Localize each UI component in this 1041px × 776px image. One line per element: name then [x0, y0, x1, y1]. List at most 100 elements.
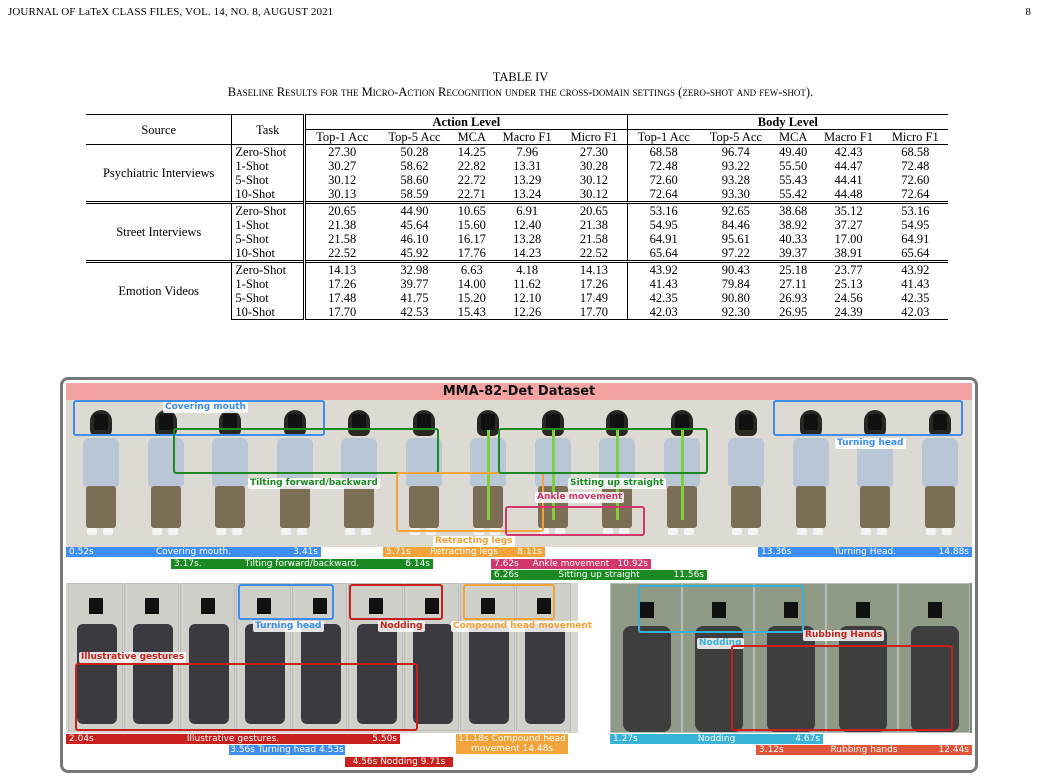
value-cell: 90.43: [699, 260, 772, 277]
task-cell: Zero-Shot: [231, 144, 307, 159]
value-cell: 20.65: [304, 201, 379, 218]
bar-sitting-up: 6.26s Sitting up straight 11.56s: [491, 570, 707, 580]
box-turning-head: [773, 400, 963, 436]
value-cell: 6.63: [450, 260, 494, 277]
value-cell: 17.00: [834, 232, 863, 246]
task-cell: Zero-Shot: [231, 260, 307, 277]
value-cell: 93.30: [721, 187, 750, 201]
bar-end: 10.92s: [617, 559, 648, 569]
value-cell: 54.95: [901, 218, 930, 232]
value-cell: 21.38: [328, 218, 357, 232]
value-cell: 35.12: [814, 201, 883, 218]
table-caption: TABLE IV Baseline Results for the Micro-…: [0, 70, 1041, 100]
label-covering-mouth: Covering mouth: [163, 402, 248, 413]
bar-label: Covering mouth.: [155, 547, 232, 557]
bar-covering-mouth: 0.52s Covering mouth. 3.41s: [66, 547, 321, 557]
box-turning-head-2: [238, 584, 334, 620]
value-cell: 4.18: [493, 260, 562, 277]
bar-end: 14.88s: [938, 547, 969, 557]
task-cell: 1-Shot: [231, 159, 307, 173]
value-cell: 72.60: [626, 173, 700, 187]
value-cell: 43.92: [626, 260, 700, 277]
value-cell: 68.58: [901, 145, 930, 159]
bar-end: 4.67s: [795, 734, 820, 744]
value-cell: 54.95: [626, 218, 700, 232]
value-cell: 42.35: [626, 291, 700, 305]
metric-header: MCA: [450, 129, 494, 145]
value-cell: 27.30: [579, 145, 608, 159]
value-cell: 7.96: [516, 145, 539, 159]
value-cell: 41.75: [400, 291, 429, 305]
value-cell: 17.48: [328, 291, 357, 305]
value-cell: 41.43: [626, 277, 700, 291]
value-cell: 93.28: [721, 173, 750, 187]
bar-label: 3.56s Turning head 4.53s: [230, 745, 344, 755]
bar-illustrative: 2.04s Illustrative gestures. 5.50s: [66, 734, 400, 744]
value-cell: 30.28: [579, 159, 608, 173]
value-cell: 45.64: [400, 218, 429, 232]
value-cell: 16.17: [457, 232, 486, 246]
value-cell: 21.58: [328, 232, 357, 246]
value-cell: 10.65: [450, 201, 494, 218]
value-cell: 14.13: [561, 260, 628, 277]
value-cell: 11.62: [513, 277, 541, 291]
value-cell: 42.43: [834, 145, 863, 159]
col-task-header: Task: [231, 114, 307, 145]
metric-header: Macro F1: [814, 129, 883, 145]
value-cell: 55.43: [779, 173, 808, 187]
value-cell: 45.92: [400, 246, 429, 260]
value-cell: 92.30: [699, 305, 772, 320]
bar-end: 5.50s: [372, 734, 397, 744]
bar-end: 12.44s: [938, 745, 969, 755]
box-tilting: [173, 428, 439, 474]
task-cell: 10-Shot: [231, 187, 307, 203]
label-ankle: Ankle movement: [535, 492, 625, 503]
value-cell: 64.91: [901, 232, 930, 246]
value-cell: 96.74: [721, 145, 750, 159]
value-cell: 92.65: [699, 201, 772, 218]
value-cell: 30.12: [579, 187, 608, 201]
value-cell: 17.26: [579, 277, 608, 291]
value-cell: 79.84: [721, 277, 750, 291]
page-number: 8: [1025, 6, 1031, 18]
value-cell: 50.28: [400, 145, 429, 159]
value-cell: 22.52: [328, 246, 357, 260]
value-cell: 38.92: [779, 218, 808, 232]
value-cell: 12.26: [493, 305, 562, 320]
value-cell: 64.91: [626, 232, 700, 246]
value-cell: 41.43: [901, 277, 930, 291]
value-cell: 58.59: [400, 187, 429, 201]
value-cell: 25.18: [771, 260, 815, 277]
bar-label: Tilting forward/backward.: [244, 559, 360, 569]
value-cell: 25.13: [834, 277, 863, 291]
value-cell: 44.90: [378, 201, 451, 218]
value-cell: 30.13: [328, 187, 357, 201]
value-cell: 24.56: [834, 291, 863, 305]
value-cell: 30.12: [579, 173, 608, 187]
box-ankle: [505, 506, 645, 536]
bar-end: 11.56s: [673, 570, 704, 580]
metric-header: Micro F1: [882, 129, 948, 145]
table-row: Emotion Videos Zero-Shot 14.13 32.98 6.63 4.1…: [86, 260, 948, 320]
box-nodding: [349, 584, 443, 620]
label-sitting-up: Sitting up straight: [568, 478, 666, 489]
value-cell: 22.72: [457, 173, 486, 187]
task-cell: 5-Shot: [231, 291, 307, 305]
value-cell: 15.20: [457, 291, 486, 305]
bar-label: Nodding: [697, 734, 736, 744]
value-cell: 17.70: [561, 305, 628, 320]
value-cell: 38.91: [834, 246, 863, 260]
table-row: Psychiatric Interviews Zero-Shot 27.30 50.2…: [86, 144, 948, 203]
table-caption-text: Baseline Results for the Micro-Action Re…: [227, 85, 814, 99]
box-illustrative: [75, 663, 418, 731]
body-level-header: Body Level: [626, 114, 948, 130]
value-cell: 17.26: [328, 277, 357, 291]
value-cell: 24.39: [814, 305, 883, 320]
value-cell: 72.64: [901, 187, 930, 201]
value-cell: 21.58: [579, 232, 608, 246]
value-cell: 49.40: [779, 145, 808, 159]
bar-compound: 11.18s Compound head movement 14.48s: [456, 734, 568, 754]
value-cell: 58.62: [400, 159, 429, 173]
source-cell: Emotion Videos: [86, 260, 233, 320]
bar-label: Illustrative gestures.: [186, 734, 280, 744]
